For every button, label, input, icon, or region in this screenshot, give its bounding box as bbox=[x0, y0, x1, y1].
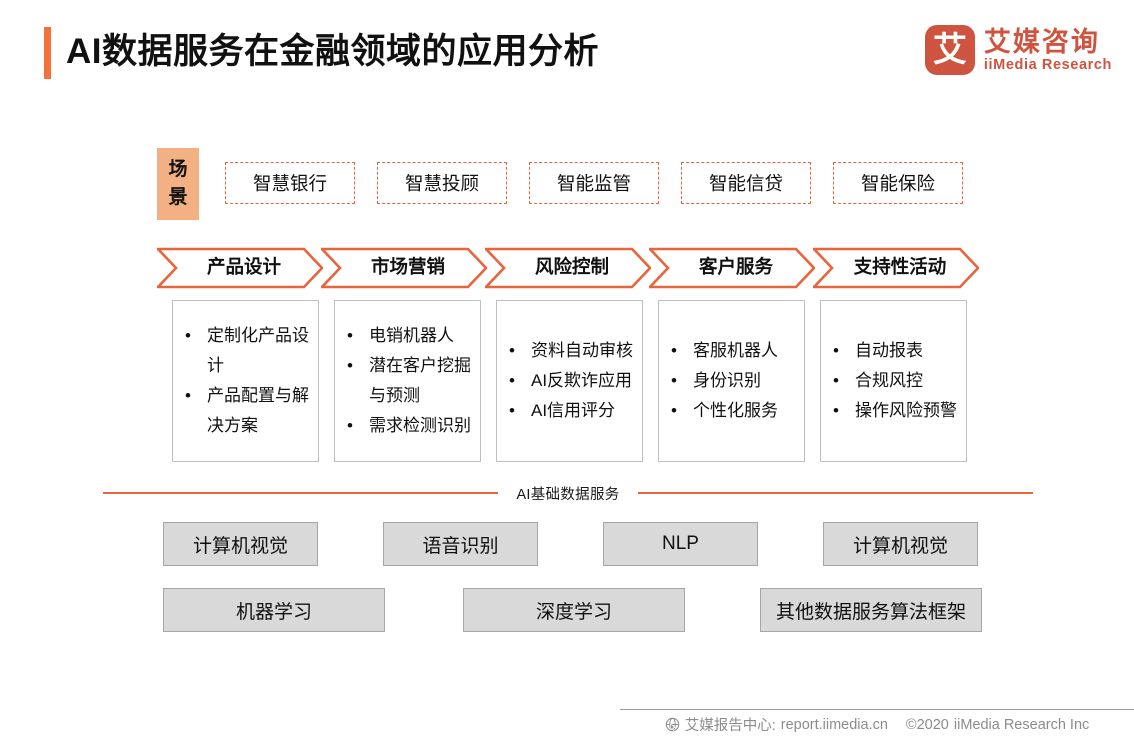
tech-tag[interactable]: NLP bbox=[603, 522, 758, 566]
detail-list: 电销机器人潜在客户挖掘与预测需求检测识别 bbox=[345, 321, 472, 441]
detail-list-item: AI信用评分 bbox=[507, 396, 634, 426]
scenario-box[interactable]: 智能信贷 bbox=[681, 162, 811, 204]
stage-chevron-label: 客户服务 bbox=[698, 256, 773, 277]
tech-tag-row-2: 机器学习 深度学习 其他数据服务算法框架 bbox=[163, 588, 983, 632]
detail-list: 客服机器人身份识别个性化服务 bbox=[669, 336, 796, 426]
detail-list-item: 自动报表 bbox=[831, 336, 958, 366]
footer-source-label: 艾媒报告中心: bbox=[684, 718, 776, 734]
stage-chevron-label: 风险控制 bbox=[534, 256, 609, 277]
scenario-box[interactable]: 智慧投顾 bbox=[377, 162, 507, 204]
stage-detail-row: 定制化产品设计产品配置与解决方案电销机器人潜在客户挖掘与预测需求检测识别资料自动… bbox=[172, 300, 982, 462]
detail-list-item: 需求检测识别 bbox=[345, 411, 472, 441]
detail-list-item: 产品配置与解决方案 bbox=[183, 381, 310, 441]
brand-logo: 艾 艾媒咨询 iiMedia Research bbox=[924, 25, 1112, 75]
stage-detail-box: 电销机器人潜在客户挖掘与预测需求检测识别 bbox=[334, 300, 481, 462]
footer-url[interactable]: report.iimedia.cn bbox=[781, 717, 888, 733]
divider-line-left bbox=[103, 492, 499, 494]
divider-label: AI基础数据服务 bbox=[516, 486, 620, 503]
footer-copyright: ©2020 bbox=[905, 716, 949, 733]
scenario-box[interactable]: 智能监管 bbox=[529, 162, 659, 204]
detail-list-item: 合规风控 bbox=[831, 366, 958, 396]
stage-chevron[interactable]: 客户服务 bbox=[649, 247, 815, 289]
logo-name-cn: 艾媒咨询 bbox=[983, 26, 1100, 57]
scenario-row: 场 景 智慧银行 智慧投顾 智能监管 智能信贷 智能保险 bbox=[157, 148, 987, 220]
stage-chevron[interactable]: 产品设计 bbox=[157, 247, 323, 289]
tech-tag-row-1: 计算机视觉 语音识别 NLP 计算机视觉 bbox=[163, 522, 983, 566]
detail-list-item: 身份识别 bbox=[669, 366, 796, 396]
stage-chevron[interactable]: 支持性活动 bbox=[813, 247, 979, 289]
page-title: AI数据服务在金融领域的应用分析 bbox=[66, 32, 600, 71]
stage-chevron[interactable]: 风险控制 bbox=[485, 247, 651, 289]
detail-list-item: 电销机器人 bbox=[345, 321, 472, 351]
detail-list-item: 客服机器人 bbox=[669, 336, 796, 366]
stage-chevron-label: 市场营销 bbox=[370, 256, 445, 277]
detail-list-item: 资料自动审核 bbox=[507, 336, 634, 366]
scenario-label: 场 景 bbox=[157, 148, 199, 220]
foundation-divider: AI基础数据服务 bbox=[103, 480, 1034, 506]
title-accent-bar bbox=[44, 27, 51, 79]
tech-tag[interactable]: 机器学习 bbox=[163, 588, 385, 632]
scenario-box[interactable]: 智慧银行 bbox=[225, 162, 355, 204]
logo-text: 艾媒咨询 iiMedia Research bbox=[984, 27, 1112, 74]
scenario-label-char-2: 景 bbox=[168, 187, 188, 208]
stage-detail-box: 自动报表合规风控操作风险预警 bbox=[820, 300, 967, 462]
tech-tag[interactable]: 计算机视觉 bbox=[163, 522, 318, 566]
stage-detail-box: 客服机器人身份识别个性化服务 bbox=[658, 300, 805, 462]
stage-detail-box: 定制化产品设计产品配置与解决方案 bbox=[172, 300, 319, 462]
tech-tag[interactable]: 深度学习 bbox=[463, 588, 685, 632]
tech-tag[interactable]: 语音识别 bbox=[383, 522, 538, 566]
scenario-box[interactable]: 智能保险 bbox=[833, 162, 963, 204]
detail-list: 自动报表合规风控操作风险预警 bbox=[831, 336, 958, 426]
logo-name-en: iiMedia Research bbox=[983, 56, 1112, 73]
detail-list-item: 个性化服务 bbox=[669, 396, 796, 426]
scenario-label-char-1: 场 bbox=[168, 159, 188, 180]
tech-tag[interactable]: 计算机视觉 bbox=[823, 522, 978, 566]
detail-list-item: 定制化产品设计 bbox=[183, 321, 310, 381]
stage-chevron[interactable]: 市场营销 bbox=[321, 247, 487, 289]
stage-chevron-row: 产品设计 市场营销 风险控制 客户服务 支持性活动 bbox=[157, 247, 979, 289]
page-header: AI数据服务在金融领域的应用分析 艾 艾媒咨询 iiMedia Research bbox=[0, 0, 1134, 110]
detail-list: 定制化产品设计产品配置与解决方案 bbox=[183, 321, 310, 441]
tech-tag[interactable]: 其他数据服务算法框架 bbox=[760, 588, 982, 632]
detail-list-item: AI反欺诈应用 bbox=[507, 366, 634, 396]
footer-divider bbox=[620, 709, 1134, 710]
globe-icon bbox=[665, 717, 680, 732]
detail-list-item: 潜在客户挖掘与预测 bbox=[345, 351, 472, 411]
detail-list-item: 操作风险预警 bbox=[831, 396, 958, 426]
scenario-box-list: 智慧银行 智慧投顾 智能监管 智能信贷 智能保险 bbox=[225, 162, 987, 204]
footer-company: iiMedia Research Inc bbox=[953, 716, 1090, 733]
divider-line-right bbox=[637, 492, 1034, 494]
detail-list: 资料自动审核AI反欺诈应用AI信用评分 bbox=[507, 336, 634, 426]
logo-mark-icon: 艾 bbox=[924, 25, 975, 75]
stage-detail-box: 资料自动审核AI反欺诈应用AI信用评分 bbox=[496, 300, 643, 462]
stage-chevron-label: 产品设计 bbox=[206, 256, 281, 277]
page-footer: 艾媒报告中心: report.iimedia.cn ©2020 iiMedia … bbox=[620, 712, 1134, 737]
stage-chevron-label: 支持性活动 bbox=[853, 256, 947, 277]
